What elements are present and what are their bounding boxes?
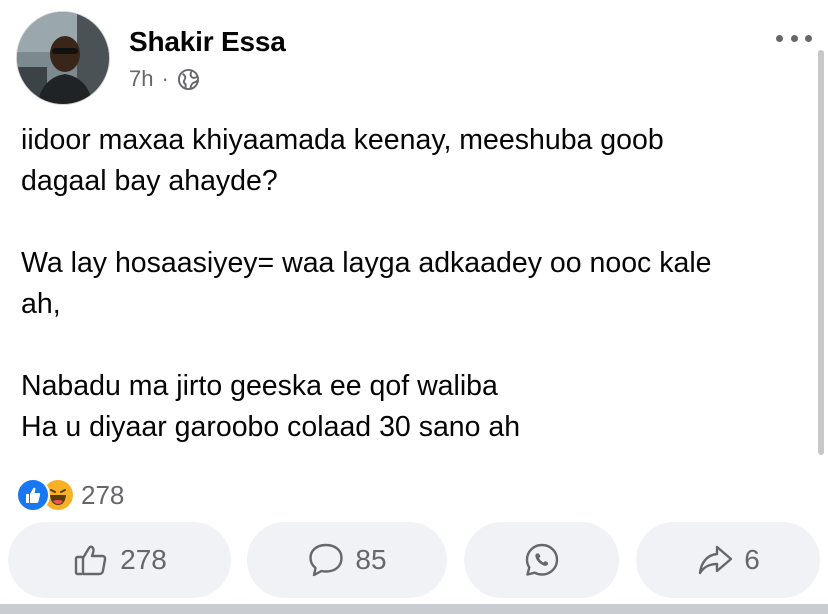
comment-icon [309,543,344,577]
more-dot [805,34,812,42]
share-button[interactable]: 6 [636,522,820,598]
post-line: dagaal bay ahayde? [21,165,278,197]
post-line: Wa lay hosaasiyey= waa layga adkaadey oo… [21,247,712,279]
post-time[interactable]: 7h [129,66,153,92]
whatsapp-button[interactable] [464,522,619,598]
like-button[interactable]: 278 [8,522,231,598]
author-name[interactable]: Shakir Essa [129,26,286,58]
more-dot [776,34,783,42]
post-body: iidoor maxaa khiyaamada keenay, meeshuba… [21,120,801,448]
post-line: Ha u diyaar garoobo colaad 30 sano ah [21,411,521,443]
post-line: ah, [21,288,61,320]
post-line: iidoor maxaa khiyaamada keenay, meeshuba… [21,124,664,156]
avatar[interactable] [16,11,110,105]
post-meta: 7h · [129,64,200,94]
post-header: Shakir Essa 7h · [0,0,828,110]
scrollbar[interactable] [818,50,824,455]
share-icon [699,545,733,575]
more-dot [790,34,798,42]
action-bar: 278 85 6 [0,522,828,598]
comment-count: 85 [355,544,387,575]
comment-button[interactable]: 85 [247,522,447,598]
whatsapp-icon [525,543,558,576]
divider [0,604,828,614]
like-count: 278 [120,544,167,575]
reactions-summary[interactable]: 278 [16,476,124,514]
thumbs-up-icon [74,545,107,576]
like-icon [16,478,50,512]
post-line: Nabadu ma jirto geeska ee qof waliba [21,370,498,402]
reaction-count: 278 [81,479,125,510]
globe-icon[interactable] [177,68,200,91]
more-options-icon[interactable] [776,28,812,48]
avatar-photo [17,12,109,104]
meta-separator: · [161,66,169,91]
share-count: 6 [744,544,760,575]
